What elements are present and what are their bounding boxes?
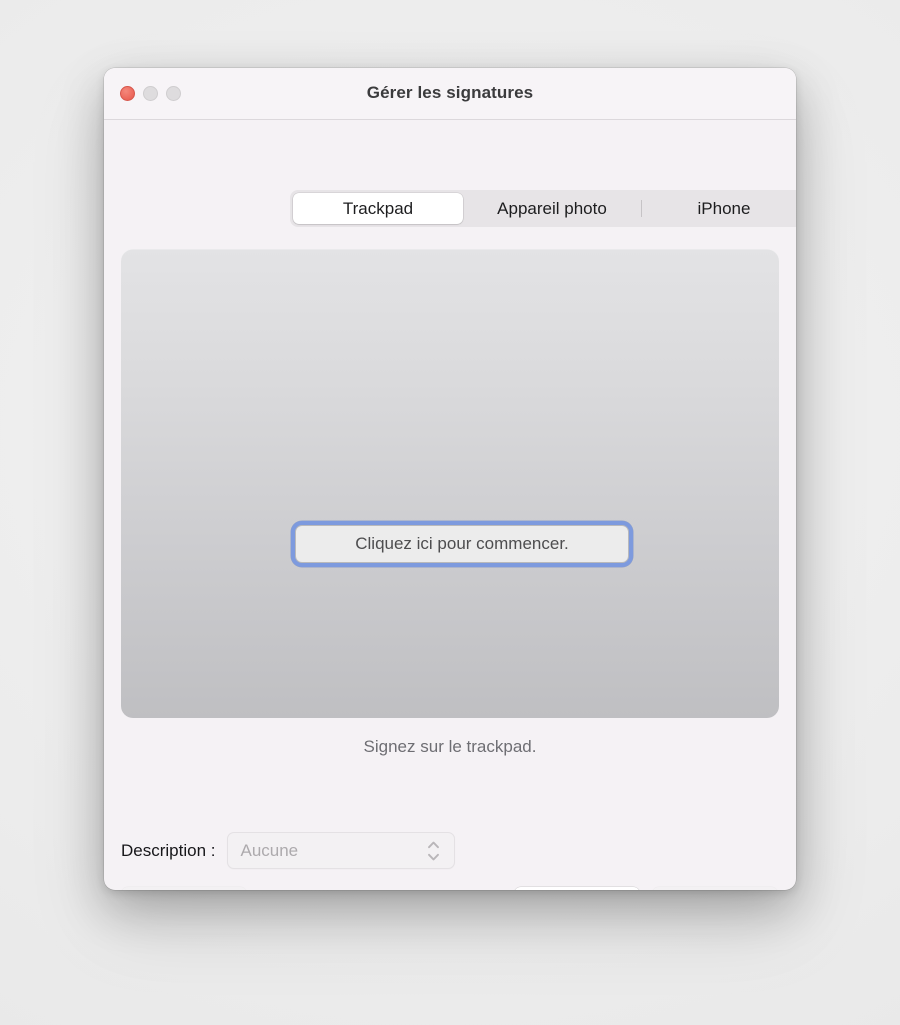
signature-capture-area[interactable]: Cliquez ici pour commencer. <box>121 249 779 718</box>
description-popup-button[interactable]: Aucune <box>227 832 456 869</box>
start-capture-button-label: Cliquez ici pour commencer. <box>295 525 629 563</box>
window-titlebar: Gérer les signatures <box>104 68 796 120</box>
chevron-up-down-icon <box>427 841 440 861</box>
tab-iphone[interactable]: iPhone <box>642 193 796 224</box>
tab-trackpad[interactable]: Trackpad <box>293 193 463 224</box>
start-capture-button[interactable]: Cliquez ici pour commencer. <box>291 521 633 567</box>
instruction-text: Signez sur le trackpad. <box>363 737 537 756</box>
description-row: Description : Aucune <box>121 832 456 869</box>
done-button[interactable]: Terminé <box>652 887 778 890</box>
dialog-content: Trackpad Appareil photo iPhone Cliquez i… <box>104 120 796 890</box>
window-title: Gérer les signatures <box>366 83 534 102</box>
clear-button[interactable]: Effacer <box>121 887 247 890</box>
tab-camera[interactable]: Appareil photo <box>463 193 641 224</box>
description-label: Description : <box>121 840 216 860</box>
manage-signatures-window: Gérer les signatures Trackpad Appareil p… <box>104 68 796 890</box>
description-selected-value: Aucune <box>240 840 299 860</box>
cancel-button[interactable]: Annuler <box>514 887 640 890</box>
signature-source-segmented-control: Trackpad Appareil photo iPhone <box>290 190 796 227</box>
